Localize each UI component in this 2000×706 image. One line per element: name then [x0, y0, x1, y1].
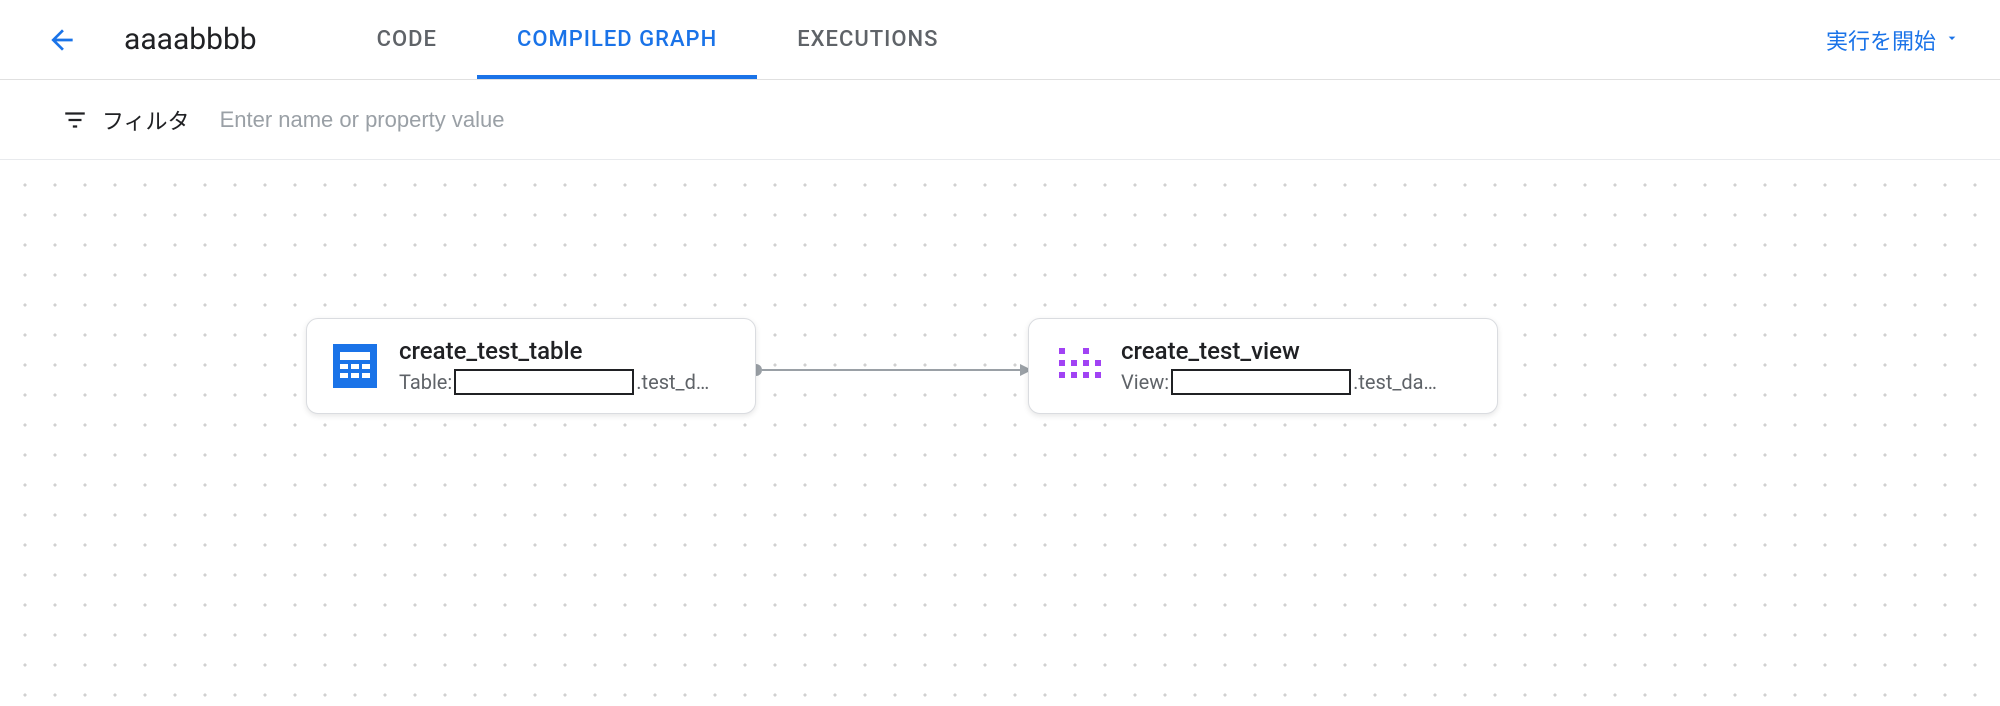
- node-title: create_test_view: [1121, 337, 1473, 365]
- filter-label: フィルタ: [102, 104, 190, 136]
- node-subtitle: Table: .test_d…: [399, 369, 731, 395]
- workspace-title: aaaabbbb: [124, 22, 257, 57]
- redacted-path: [1171, 369, 1351, 395]
- filter-input[interactable]: [220, 107, 1940, 133]
- back-button[interactable]: [40, 18, 84, 62]
- chevron-down-icon: [1944, 27, 1960, 52]
- start-execution-button[interactable]: 実行を開始: [1826, 24, 1960, 56]
- redacted-path: [454, 369, 634, 395]
- tab-code[interactable]: CODE: [337, 0, 477, 79]
- node-title: create_test_table: [399, 337, 731, 365]
- graph-canvas[interactable]: create_test_table Table: .test_d…: [0, 160, 2000, 706]
- table-icon: [331, 342, 379, 390]
- tab-compiled-graph[interactable]: COMPILED GRAPH: [477, 0, 757, 79]
- graph-node-table[interactable]: create_test_table Table: .test_d…: [306, 318, 756, 414]
- filter-icon: [60, 105, 90, 135]
- tabs-container: CODE COMPILED GRAPH EXECUTIONS: [337, 0, 1786, 79]
- graph-node-view[interactable]: create_test_view View: .test_da…: [1028, 318, 1498, 414]
- graph-edge: [750, 360, 1040, 380]
- view-icon: [1053, 342, 1101, 390]
- node-subtitle: View: .test_da…: [1121, 369, 1473, 395]
- start-execution-label: 実行を開始: [1826, 24, 1936, 56]
- tab-executions[interactable]: EXECUTIONS: [757, 0, 978, 79]
